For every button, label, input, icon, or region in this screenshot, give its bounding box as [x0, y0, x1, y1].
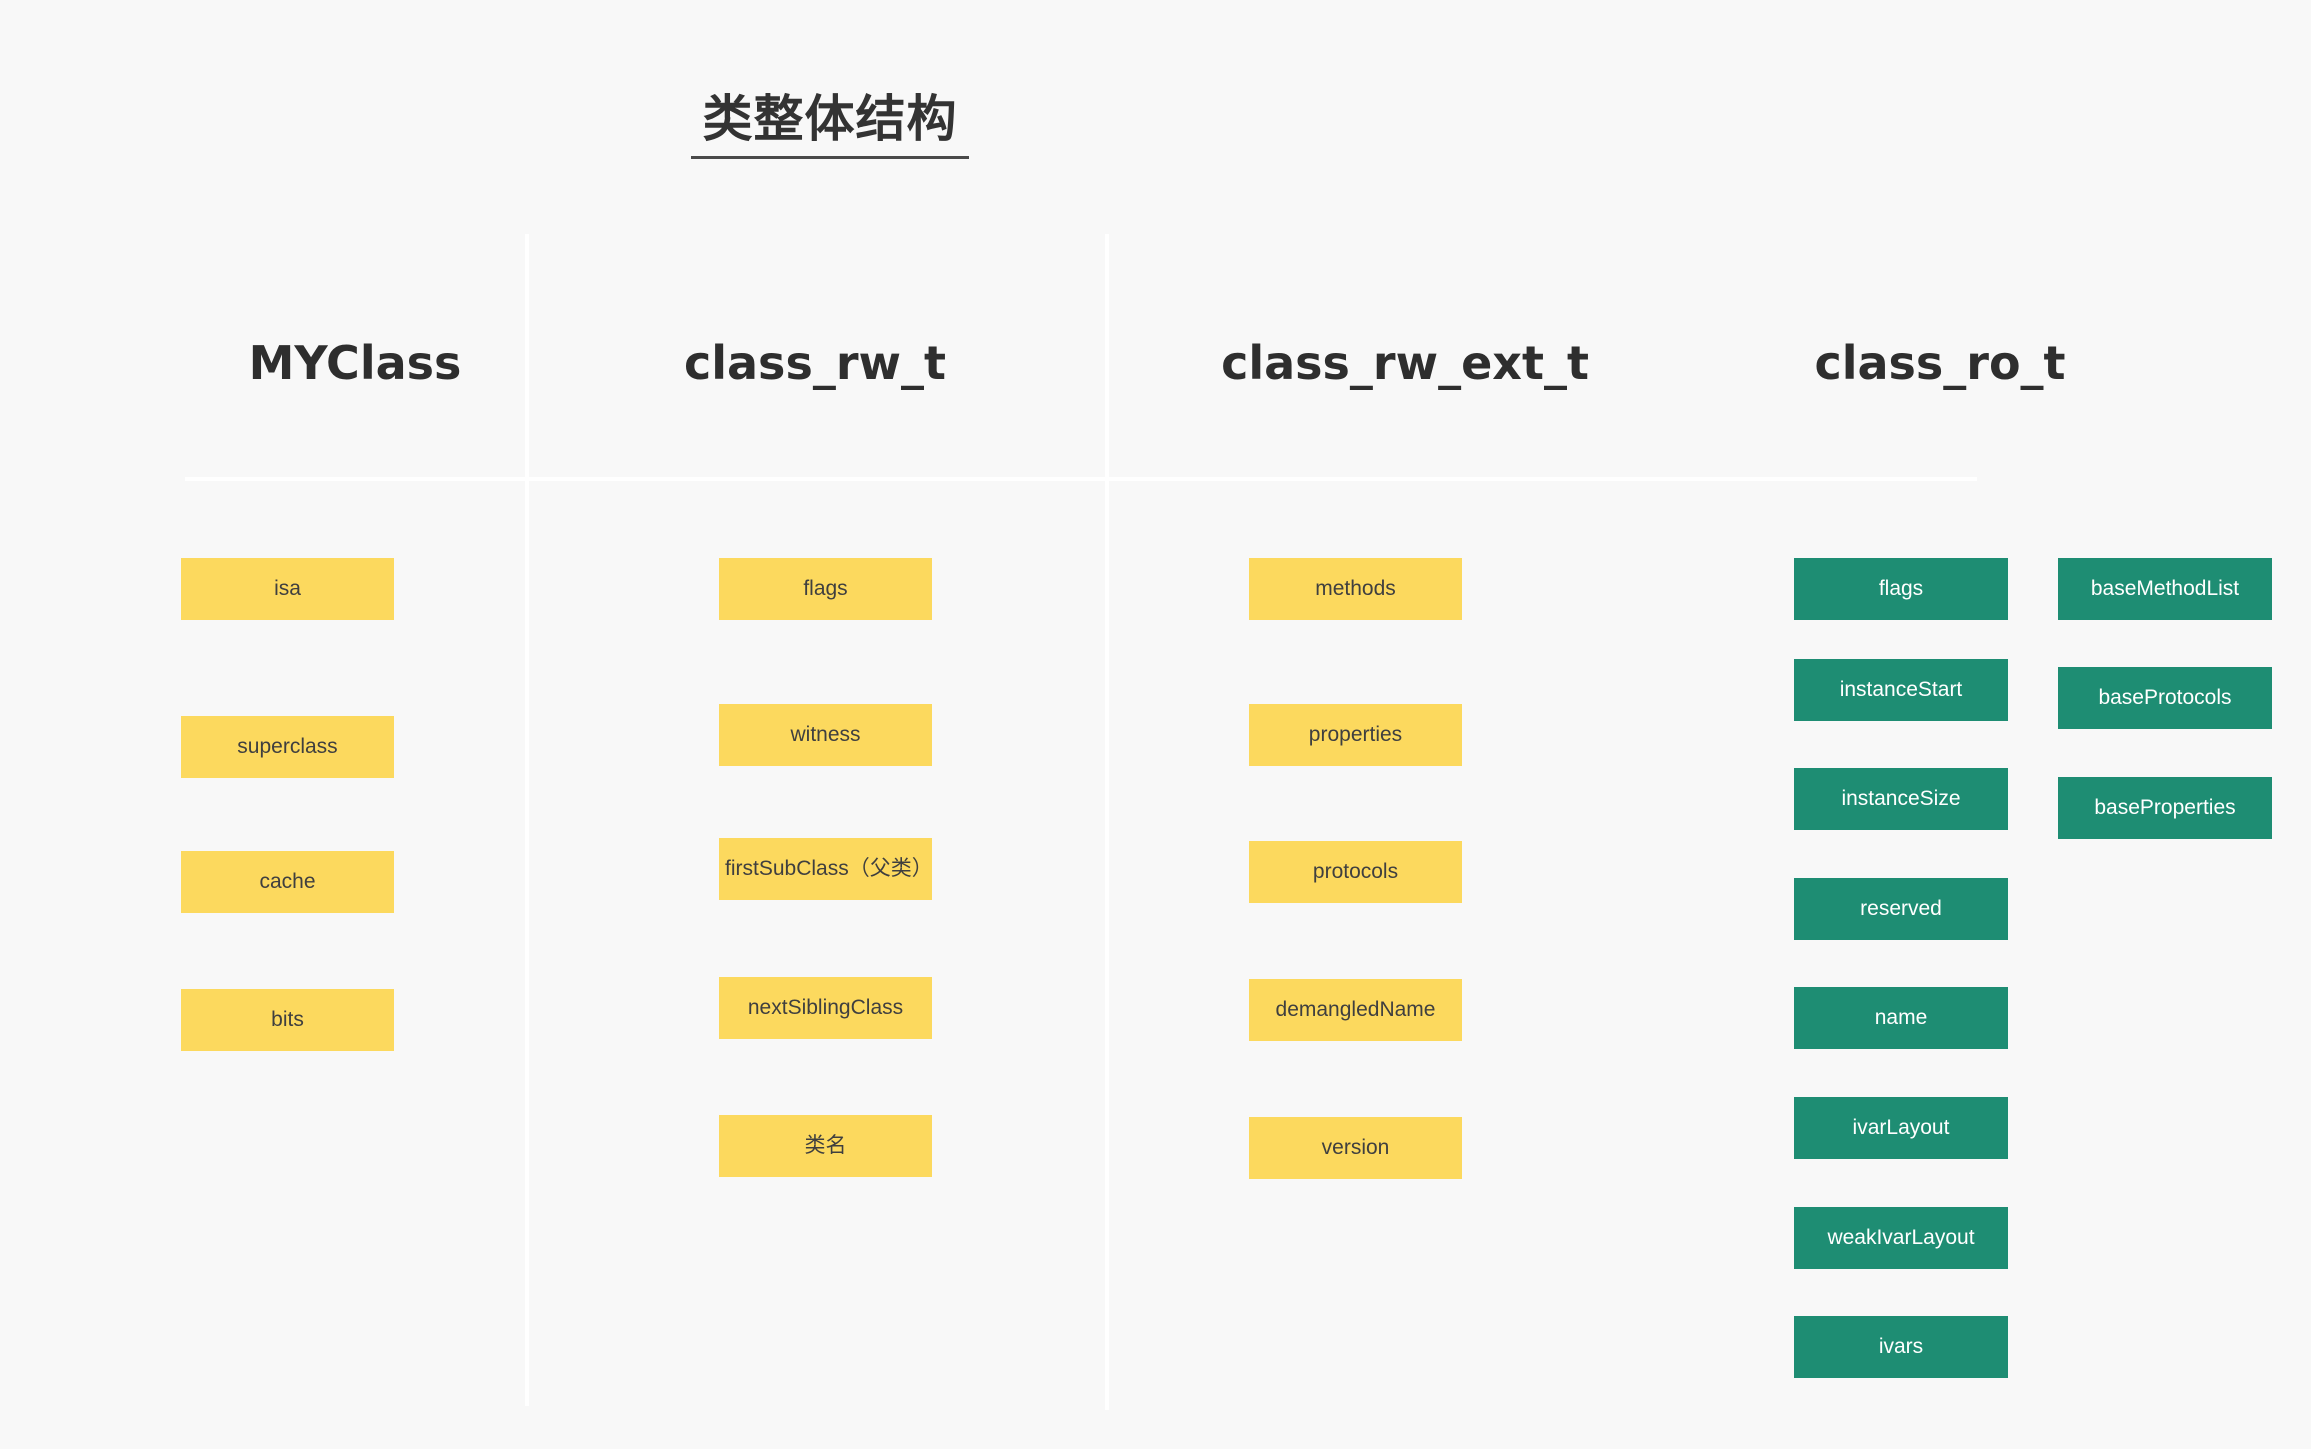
field-box[interactable]: instanceSize: [1794, 768, 2008, 830]
field-box[interactable]: reserved: [1794, 878, 2008, 940]
field-box[interactable]: baseProtocols: [2058, 667, 2272, 729]
field-label: superclass: [237, 734, 338, 758]
column-header-label: class_ro_t: [1814, 336, 2066, 390]
field-box[interactable]: 类名: [719, 1115, 932, 1177]
page-title-underline: [691, 156, 969, 159]
page-title-text: 类整体结构: [702, 91, 958, 147]
field-box[interactable]: properties: [1249, 704, 1462, 766]
field-label: name: [1874, 1005, 1928, 1029]
field-label: instanceStart: [1839, 677, 1963, 701]
field-box[interactable]: firstSubClass（父类）: [719, 838, 933, 900]
field-box[interactable]: instanceStart: [1794, 659, 2008, 721]
field-label: properties: [1308, 722, 1403, 746]
page-title: 类整体结构: [0, 92, 1660, 159]
field-label: witness: [790, 722, 861, 746]
field-label: flags: [803, 576, 848, 600]
column-header-myclass: MYClass: [185, 340, 525, 386]
field-label: 类名: [804, 1133, 847, 1157]
column-header-label: class_rw_t: [683, 336, 946, 390]
field-box[interactable]: superclass: [181, 716, 394, 778]
field-box[interactable]: name: [1794, 987, 2008, 1049]
field-label: instanceSize: [1841, 786, 1961, 810]
field-label: baseMethodList: [2090, 576, 2240, 600]
field-label: methods: [1315, 576, 1396, 600]
field-label: isa: [274, 576, 301, 600]
field-label: demangledName: [1275, 997, 1436, 1021]
field-box[interactable]: baseProperties: [2058, 777, 2272, 839]
field-box[interactable]: weakIvarLayout: [1794, 1207, 2008, 1269]
header-divider: [185, 477, 1977, 481]
field-label: cache: [259, 869, 316, 893]
field-label: protocols: [1312, 859, 1399, 883]
field-box[interactable]: ivarLayout: [1794, 1097, 2008, 1159]
field-box[interactable]: flags: [1794, 558, 2008, 620]
field-label: ivars: [1878, 1334, 1924, 1358]
column-header-label: MYClass: [248, 336, 462, 390]
field-label: version: [1321, 1135, 1390, 1159]
field-box[interactable]: baseMethodList: [2058, 558, 2272, 620]
diagram-canvas: 类整体结构 MYClass class_rw_t class_rw_ext_t …: [0, 0, 2311, 1449]
field-box[interactable]: flags: [719, 558, 932, 620]
column-header-class-rw-t: class_rw_t: [560, 340, 1070, 386]
field-box[interactable]: witness: [719, 704, 932, 766]
column-header-class-ro-t: class_ro_t: [1700, 340, 2180, 386]
column-divider-2: [1105, 234, 1109, 1410]
field-box[interactable]: demangledName: [1249, 979, 1462, 1041]
column-divider-1: [525, 234, 529, 1406]
field-box[interactable]: ivars: [1794, 1316, 2008, 1378]
field-label: bits: [271, 1007, 304, 1031]
field-label: flags: [1878, 576, 1924, 600]
field-box[interactable]: version: [1249, 1117, 1462, 1179]
column-header-class-rw-ext-t: class_rw_ext_t: [1105, 340, 1705, 386]
field-label: nextSiblingClass: [747, 995, 904, 1019]
field-box[interactable]: bits: [181, 989, 394, 1051]
field-label: baseProtocols: [2098, 685, 2232, 709]
field-box[interactable]: methods: [1249, 558, 1462, 620]
field-box[interactable]: nextSiblingClass: [719, 977, 932, 1039]
field-box[interactable]: cache: [181, 851, 394, 913]
field-box[interactable]: protocols: [1249, 841, 1462, 903]
column-header-label: class_rw_ext_t: [1221, 336, 1589, 390]
field-label: reserved: [1860, 896, 1942, 920]
field-label: firstSubClass（父类）: [725, 856, 933, 880]
field-label: weakIvarLayout: [1827, 1225, 1975, 1249]
field-label: baseProperties: [2094, 795, 2236, 819]
field-label: ivarLayout: [1852, 1115, 1950, 1139]
field-box[interactable]: isa: [181, 558, 394, 620]
